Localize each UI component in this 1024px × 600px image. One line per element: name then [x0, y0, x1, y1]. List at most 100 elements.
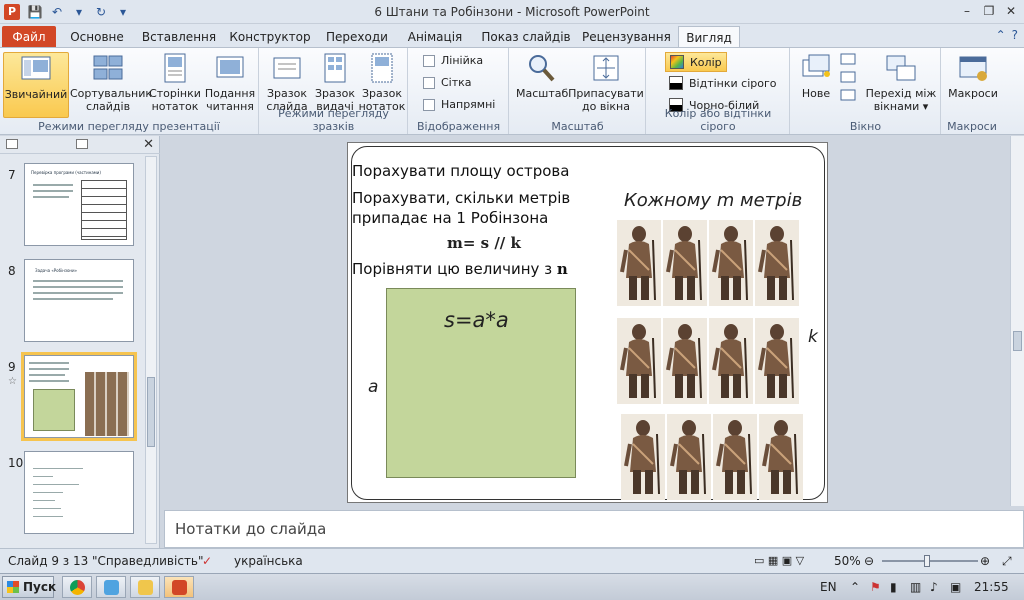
thumbnail-slide-7[interactable]: Перевірка програми (частинами)	[24, 163, 134, 246]
outline-tab-icon[interactable]	[76, 139, 88, 149]
color-option[interactable]: Колір	[665, 52, 727, 72]
robinson-figure[interactable]	[713, 414, 757, 500]
minimize-icon[interactable]: –	[958, 3, 976, 19]
tray-expand-icon[interactable]: ⌃	[850, 580, 860, 594]
slide-line-meters[interactable]: Порахувати, скільки метрів	[352, 189, 570, 207]
handout-master-button[interactable]: Зразок видачі	[312, 52, 358, 113]
zoom-slider[interactable]	[882, 555, 978, 567]
reading-view-icon	[216, 56, 244, 78]
arrange-icons[interactable]	[840, 52, 856, 106]
slide-line-area[interactable]: Порахувати площу острова	[352, 162, 569, 180]
group-window: Нове Перехід між вікнами ▾ Вікно	[791, 48, 941, 134]
macros-icon	[959, 56, 987, 81]
fit-to-window-button[interactable]: Припасувати до вікна	[568, 52, 644, 113]
thumbnails-scrollbar[interactable]	[145, 156, 157, 544]
tray-volume-icon[interactable]: ♪	[930, 580, 938, 594]
app-taskbar-button[interactable]	[96, 576, 126, 598]
help-icon[interactable]: ?	[1012, 28, 1018, 42]
tab-view[interactable]: Вигляд	[678, 26, 740, 48]
tray-flag-icon[interactable]: ⚑	[870, 580, 881, 594]
chrome-taskbar-button[interactable]	[62, 576, 92, 598]
tab-transitions[interactable]: Переходи	[322, 26, 392, 48]
zoom-button[interactable]: Масштаб	[516, 52, 568, 100]
slide-position: Слайд 9 з 13	[8, 554, 89, 568]
restore-icon[interactable]: ❐	[980, 3, 998, 19]
slide-master-button[interactable]: Зразок слайда	[264, 52, 310, 113]
spellcheck-icon[interactable]: ✓	[202, 554, 212, 568]
tab-insert[interactable]: Вставлення	[140, 26, 218, 48]
ribbon-controls: ⌃ ?	[996, 28, 1018, 42]
new-window-button[interactable]: Нове	[795, 52, 837, 100]
tab-home[interactable]: Основне	[64, 26, 130, 48]
tray-device-icon[interactable]: ▮	[890, 580, 897, 594]
robinson-figure[interactable]	[667, 414, 711, 500]
powerpoint-taskbar-button[interactable]	[164, 576, 194, 598]
zoom-in-icon[interactable]: ⊕	[980, 554, 990, 568]
language-indicator[interactable]: EN	[820, 580, 837, 594]
reading-view-button[interactable]: Подання читання	[203, 52, 257, 113]
slide-sorter-button[interactable]: Сортувальник слайдів	[70, 52, 152, 113]
macros-button[interactable]: Макроси	[946, 52, 1000, 100]
tab-file[interactable]: Файл	[2, 26, 56, 48]
area-equation[interactable]: s=a*a	[444, 308, 509, 332]
fit-slide-icon[interactable]: ⤢	[1002, 554, 1012, 569]
slides-tab-icon[interactable]	[6, 139, 18, 149]
thumbnail-slide-9[interactable]	[21, 352, 137, 441]
close-icon[interactable]: ✕	[1002, 3, 1020, 19]
robinson-figure[interactable]	[755, 318, 799, 404]
close-pane-icon[interactable]: ✕	[143, 137, 154, 152]
view-buttons[interactable]: ▭ ▦ ▣ ▽	[754, 554, 804, 567]
magnifier-icon	[529, 55, 555, 82]
robinson-figure[interactable]	[709, 220, 753, 306]
tab-design[interactable]: Конструктор	[228, 26, 312, 48]
window-controls: – ❐ ✕	[958, 3, 1020, 19]
notes-pane[interactable]: Нотатки до слайда	[164, 510, 1024, 548]
scrollbar-thumb[interactable]	[147, 377, 155, 447]
robinson-figure[interactable]	[621, 414, 665, 500]
start-button[interactable]: Пуск	[2, 576, 56, 598]
ruler-checkbox[interactable]: Лінійка	[423, 54, 483, 67]
notes-page-button[interactable]: Сторінки нотаток	[148, 52, 202, 113]
robinson-figure[interactable]	[759, 414, 803, 500]
tab-animations[interactable]: Анімація	[402, 26, 468, 48]
robinson-figure[interactable]	[663, 220, 707, 306]
notes-page-icon	[164, 53, 186, 83]
arrange-windows-buttons	[839, 52, 857, 109]
slide-formula[interactable]: m= s // k	[447, 234, 521, 252]
zoom-level[interactable]: 50%	[834, 554, 861, 568]
side-a-label[interactable]: a	[368, 377, 378, 397]
robinson-figure[interactable]	[617, 318, 661, 404]
tab-review[interactable]: Рецензування	[582, 26, 671, 48]
robinson-figure[interactable]	[617, 220, 661, 306]
gridlines-checkbox[interactable]: Сітка	[423, 76, 472, 89]
tab-slideshow[interactable]: Показ слайдів	[478, 26, 574, 48]
main-scrollbar[interactable]	[1010, 136, 1024, 506]
thumbnail-slide-8[interactable]: Задача «Робінзони»	[24, 259, 134, 342]
thumbnail-slide-10[interactable]	[24, 451, 134, 534]
robinson-figure[interactable]	[709, 318, 753, 404]
language[interactable]: українська	[234, 554, 303, 568]
tray-misc-icon[interactable]: ▣	[950, 580, 961, 594]
explorer-taskbar-button[interactable]	[130, 576, 160, 598]
clock[interactable]: 21:55	[974, 580, 1009, 594]
zoom-slider-thumb[interactable]	[924, 555, 930, 567]
minimize-ribbon-icon[interactable]: ⌃	[996, 28, 1006, 42]
scrollbar-thumb[interactable]	[1013, 331, 1022, 351]
robinson-figure[interactable]	[663, 318, 707, 404]
guides-checkbox[interactable]: Напрямні	[423, 98, 495, 111]
each-meters-label[interactable]: Кожному m метрів	[624, 190, 802, 211]
grayscale-option[interactable]: Відтінки сірого	[665, 74, 780, 92]
slide-line-compare[interactable]: Порівняти цю величину з n	[352, 260, 568, 278]
normal-view-button[interactable]: Звичайний	[3, 52, 69, 118]
windows-logo-icon	[7, 581, 19, 593]
side-k-label[interactable]: k	[808, 327, 818, 347]
tray-network-icon[interactable]: ▥	[910, 580, 921, 594]
notes-master-button[interactable]: Зразок нотаток	[358, 52, 406, 113]
table-thumbnail	[81, 180, 127, 240]
zoom-out-icon[interactable]: ⊖	[864, 554, 874, 568]
slide-line-robinson[interactable]: припадає на 1 Робінзона	[352, 209, 548, 227]
new-window-icon	[802, 54, 830, 77]
theme-name[interactable]: "Справедливість"	[92, 554, 204, 568]
switch-windows-button[interactable]: Перехід між вікнами ▾	[863, 52, 939, 113]
robinson-figure[interactable]	[755, 220, 799, 306]
